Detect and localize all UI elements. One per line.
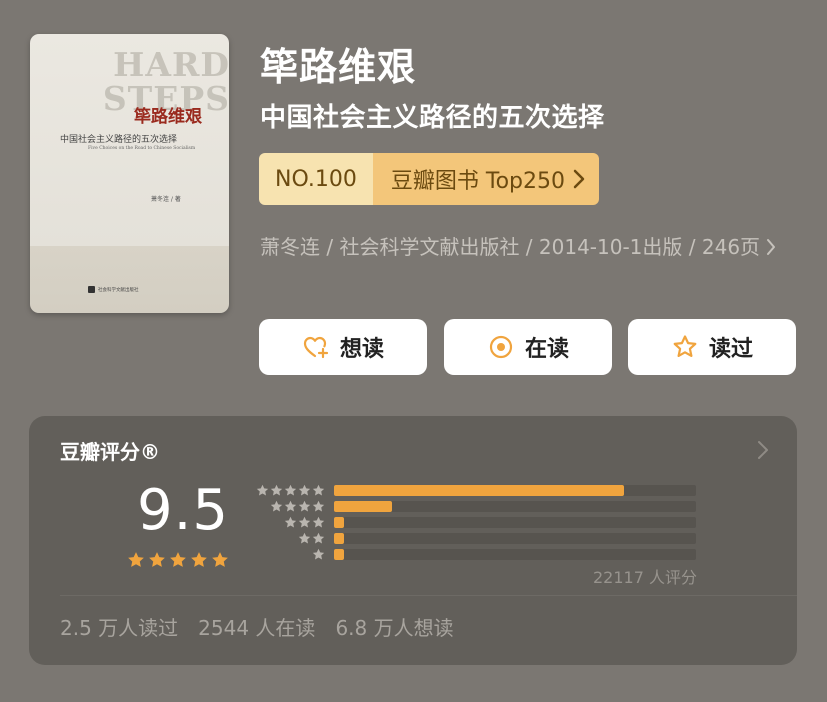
- have-read-button[interactable]: 读过: [628, 319, 796, 375]
- rating-bar-fill: [334, 485, 624, 496]
- book-cover[interactable]: HARD STEPS 筚路维艰 中国社会主义路径的五次选择 Five Choic…: [30, 34, 229, 313]
- cover-subtitle: 中国社会主义路径的五次选择: [60, 135, 178, 145]
- read-count: 2.5 万人读过: [60, 616, 179, 640]
- rating-bar-track: [334, 485, 696, 496]
- rank-number: NO.100: [259, 153, 373, 205]
- star-icon: [312, 548, 325, 560]
- rating-bar-track: [334, 533, 696, 544]
- cover-english-title: Five Choices on the Road to Chinese Soci…: [88, 146, 196, 151]
- rating-stars: [127, 551, 229, 569]
- reading-stats: 2.5 万人读过 2544 人在读 6.8 万人想读: [60, 612, 454, 641]
- chevron-right-icon: [767, 239, 776, 255]
- star-icon: [284, 516, 297, 528]
- star-outline-icon: [673, 335, 697, 357]
- star-icon: [128, 552, 144, 567]
- rating-row-stars: [249, 484, 325, 497]
- rating-row-5-star: [249, 482, 709, 498]
- star-icon: [256, 484, 269, 496]
- star-icon: [170, 552, 186, 567]
- want-to-read-button[interactable]: 想读: [259, 319, 427, 375]
- target-circle-icon: [489, 335, 513, 359]
- top250-rank-badge[interactable]: NO.100 豆瓣图书 Top250: [259, 153, 599, 205]
- star-icon: [149, 552, 165, 567]
- rating-bar-track: [334, 501, 696, 512]
- rating-row-2-star: [249, 530, 709, 546]
- cover-publisher-name: 社会科学文献出版社: [98, 287, 139, 293]
- chevron-right-icon: [573, 169, 585, 189]
- star-icon: [270, 500, 283, 512]
- rank-list-name: 豆瓣图书 Top250: [390, 169, 565, 194]
- rating-bar-fill: [334, 501, 392, 512]
- star-icon: [284, 484, 297, 496]
- have-read-label: 读过: [708, 337, 753, 362]
- book-subtitle: 中国社会主义路径的五次选择: [260, 103, 605, 133]
- want-count: 6.8 万人想读: [335, 616, 454, 640]
- star-icon: [212, 552, 228, 567]
- rating-row-4-star: [249, 498, 709, 514]
- rating-bar-fill: [334, 517, 344, 528]
- book-title: 筚路维艰: [260, 45, 417, 89]
- book-detail-page: HARD STEPS 筚路维艰 中国社会主义路径的五次选择 Five Choic…: [0, 0, 827, 702]
- star-icon: [312, 484, 325, 496]
- star-icon: [312, 532, 325, 544]
- star-icon: [312, 516, 325, 528]
- rating-row-stars: [249, 516, 325, 529]
- rating-bar-fill: [334, 533, 344, 544]
- star-icon: [284, 500, 297, 512]
- cover-publisher: 社会科学文献出版社: [88, 286, 139, 293]
- star-icon: [191, 552, 207, 567]
- star-icon: [298, 532, 311, 544]
- rating-score: 9.5: [137, 478, 230, 543]
- rating-bar-track: [334, 549, 696, 560]
- book-meta-link[interactable]: 萧冬连 / 社会科学文献出版社 / 2014-10-1出版 / 246页: [260, 228, 800, 266]
- rating-count: 22117 人评分: [593, 568, 697, 587]
- rating-row-stars: [249, 548, 325, 561]
- cover-author: 萧冬连 / 著: [151, 196, 181, 203]
- reading-count: 2544 人在读: [198, 616, 316, 640]
- star-icon: [298, 516, 311, 528]
- chevron-right-icon[interactable]: [757, 440, 769, 460]
- heart-plus-icon: [303, 336, 329, 359]
- book-meta-text: 萧冬连 / 社会科学文献出版社 / 2014-10-1出版 / 246页: [260, 235, 761, 259]
- want-to-read-label: 想读: [339, 337, 384, 362]
- rating-bar-fill: [334, 549, 344, 560]
- rating-row-1-star: [249, 546, 709, 562]
- star-icon: [270, 484, 283, 496]
- rating-title: 豆瓣评分®: [60, 440, 160, 464]
- star-icon: [298, 500, 311, 512]
- rating-row-stars: [249, 532, 325, 545]
- card-divider: [60, 595, 797, 596]
- reading-label: 在读: [524, 337, 569, 362]
- reading-button[interactable]: 在读: [444, 319, 612, 375]
- star-icon: [298, 484, 311, 496]
- rating-row-3-star: [249, 514, 709, 530]
- publisher-logo-icon: [88, 286, 95, 293]
- star-icon: [312, 500, 325, 512]
- rank-list-link[interactable]: 豆瓣图书 Top250: [372, 153, 599, 205]
- rating-card[interactable]: 豆瓣评分® 9.5 22117 人评分 2.5 万人读过 2544 人在读 6.…: [29, 416, 797, 665]
- cover-title: 筚路维艰: [134, 107, 202, 127]
- rating-bar-track: [334, 517, 696, 528]
- rating-row-stars: [249, 500, 325, 513]
